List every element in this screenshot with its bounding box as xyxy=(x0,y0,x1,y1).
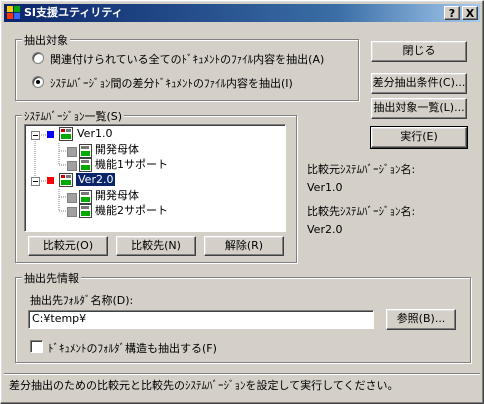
source-version-label: 比較元ｼｽﾃﾑﾊﾞｰｼﾞｮﾝ名: xyxy=(307,163,416,176)
collapse-icon[interactable] xyxy=(31,131,40,140)
folder-name-label: 抽出先ﾌｫﾙﾀﾞ名称(D): xyxy=(30,294,134,307)
tree-node-ver1[interactable]: Ver1.0 xyxy=(77,126,112,142)
extract-target-label: 抽出対象 xyxy=(22,32,70,48)
execute-button[interactable]: 実行(E) xyxy=(370,126,468,149)
document-icon xyxy=(79,190,92,204)
status-divider xyxy=(4,373,480,374)
source-button[interactable]: 比較元(O) xyxy=(28,236,108,256)
checkbox-icon[interactable] xyxy=(67,147,77,157)
radio-diff-documents[interactable] xyxy=(32,76,44,88)
clear-button[interactable]: 解除(R) xyxy=(204,236,284,256)
status-text: 差分抽出のための比較元と比較先のｼｽﾃﾑﾊﾞｰｼﾞｮﾝを設定して実行してください… xyxy=(9,379,399,392)
tree-node-ver2-feature2[interactable]: 機能2サポート xyxy=(95,203,168,219)
diff-conditions-button[interactable]: 差分抽出条件(C)... xyxy=(371,73,467,94)
target-version-label: 比較先ｼｽﾃﾑﾊﾞｰｼﾞｮﾝ名: xyxy=(307,205,416,218)
checkbox-icon[interactable] xyxy=(67,161,77,171)
window-title: SI支援ユティリティ xyxy=(24,6,123,19)
radio-all-documents-label[interactable]: 関連付けられている全てのﾄﾞｷｭﾒﾝﾄのﾌｧｲﾙ内容を抽出(A) xyxy=(50,51,324,67)
version-flag-icon xyxy=(47,177,54,184)
extract-target-group: 抽出対象 関連付けられている全てのﾄﾞｷｭﾒﾝﾄのﾌｧｲﾙ内容を抽出(A) ｼｽ… xyxy=(15,32,359,101)
radio-diff-documents-label[interactable]: ｼｽﾃﾑﾊﾞｰｼﾞｮﾝ間の差分ﾄﾞｷｭﾒﾝﾄのﾌｧｲﾙ内容を抽出(I) xyxy=(50,75,293,91)
version-tree[interactable]: Ver1.0 開発母体 機能1サポート Ver2.0 開発母体 機能2サポート xyxy=(24,124,286,232)
radio-all-documents[interactable] xyxy=(32,52,44,64)
folder-structure-checkbox[interactable] xyxy=(30,340,43,353)
extract-list-button[interactable]: 抽出対象一覧(L)... xyxy=(371,98,467,119)
app-icon xyxy=(7,6,20,19)
radio-selected-dot xyxy=(36,80,40,84)
document-icon xyxy=(79,158,92,172)
destination-group: 抽出先情報 抽出先ﾌｫﾙﾀﾞ名称(D): C:¥temp¥ 参照(B)... ﾄ… xyxy=(15,270,471,363)
target-version-value: Ver2.0 xyxy=(307,223,343,236)
document-icon xyxy=(79,144,92,158)
system-versions-group: ｼｽﾃﾑﾊﾞｰｼﾞｮﾝ一覧(S) Ver1.0 開発母体 機能1サポート Ver… xyxy=(15,108,297,263)
dialog-window: SI支援ユティリティ ? X 抽出対象 関連付けられている全てのﾄﾞｷｭﾒﾝﾄの… xyxy=(0,0,484,404)
source-version-value: Ver1.0 xyxy=(307,181,343,194)
tree-node-ver2[interactable]: Ver2.0 xyxy=(74,172,117,187)
tree-node-ver2-wrapper: Ver2.0 xyxy=(74,172,117,188)
version-icon xyxy=(59,127,73,141)
folder-name-input[interactable]: C:¥temp¥ xyxy=(28,310,374,329)
close-window-button[interactable]: X xyxy=(462,6,478,20)
folder-structure-label[interactable]: ﾄﾞｷｭﾒﾝﾄのﾌｫﾙﾀﾞ構造も抽出する(F) xyxy=(48,340,217,356)
version-icon xyxy=(59,173,73,187)
system-versions-label: ｼｽﾃﾑﾊﾞｰｼﾞｮﾝ一覧(S) xyxy=(22,108,125,124)
collapse-icon[interactable] xyxy=(31,177,40,186)
checkbox-icon[interactable] xyxy=(67,193,77,203)
tree-node-ver1-feature1[interactable]: 機能1サポート xyxy=(95,157,168,173)
document-icon xyxy=(79,204,92,218)
tree-node-ver1-dev-base[interactable]: 開発母体 xyxy=(95,142,139,158)
help-button[interactable]: ? xyxy=(444,6,460,20)
version-flag-icon xyxy=(47,131,54,138)
target-button[interactable]: 比較先(N) xyxy=(116,236,196,256)
browse-button[interactable]: 参照(B)... xyxy=(386,309,456,330)
destination-label: 抽出先情報 xyxy=(22,270,81,286)
close-button[interactable]: 閉じる xyxy=(371,41,467,62)
checkbox-icon[interactable] xyxy=(67,207,77,217)
tree-node-ver2-dev-base[interactable]: 開発母体 xyxy=(95,188,139,204)
title-bar[interactable]: SI支援ユティリティ ? X xyxy=(4,4,480,22)
